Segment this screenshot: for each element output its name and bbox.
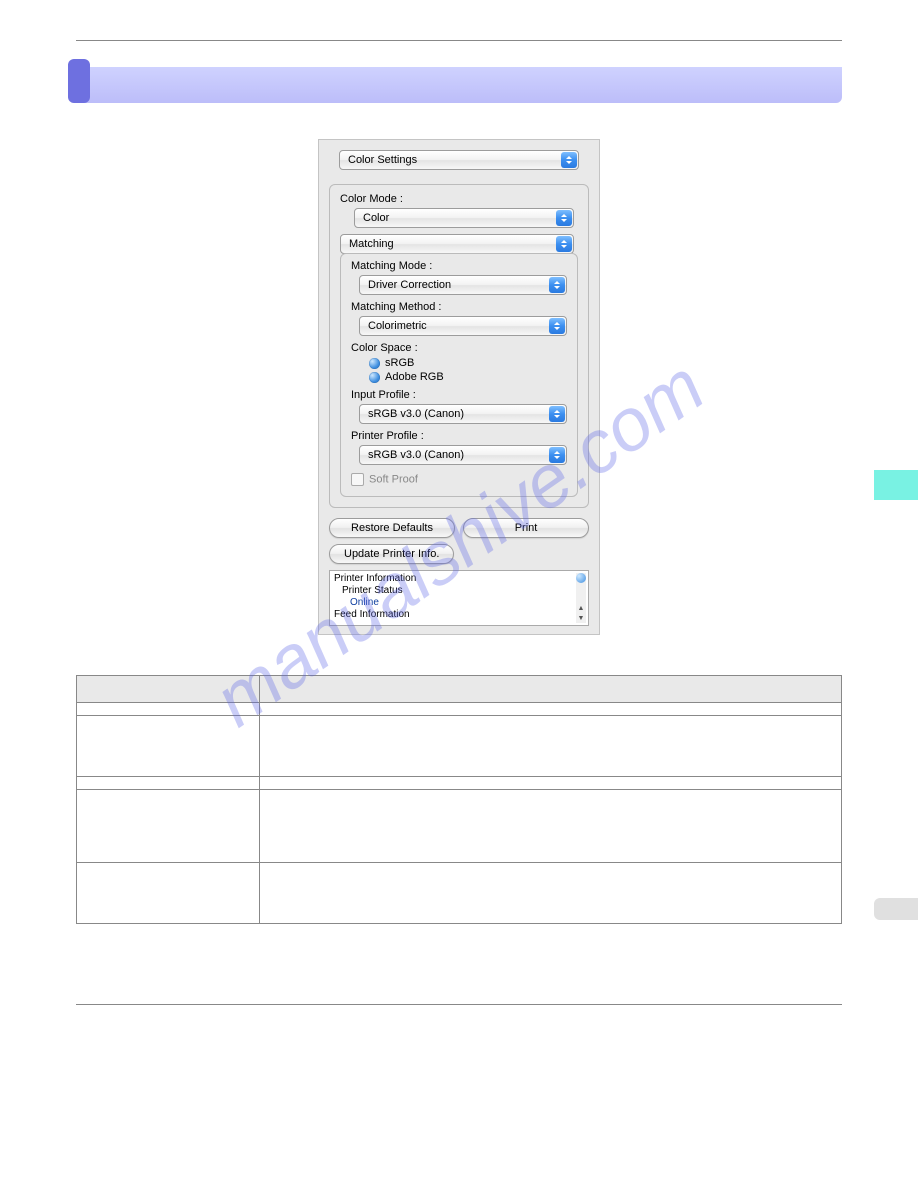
printer-profile-select[interactable]: sRGB v3.0 (Canon) bbox=[359, 445, 567, 465]
table-cell bbox=[77, 790, 260, 863]
color-mode-select[interactable]: Color bbox=[354, 208, 574, 228]
print-label: Print bbox=[515, 522, 538, 534]
dropdown-arrows-icon bbox=[549, 406, 565, 422]
table-cell bbox=[260, 716, 842, 777]
info-line: Feed Information bbox=[334, 609, 584, 621]
color-space-option-adobergb[interactable]: Adobe RGB bbox=[369, 371, 567, 383]
soft-proof-label: Soft Proof bbox=[369, 473, 418, 485]
matching-mode-select[interactable]: Driver Correction bbox=[359, 275, 567, 295]
table-header bbox=[77, 676, 260, 703]
panel-section-select[interactable]: Color Settings bbox=[339, 150, 579, 170]
dropdown-arrows-icon bbox=[556, 236, 572, 252]
table-cell bbox=[77, 703, 260, 716]
info-line: Printer Information bbox=[334, 573, 584, 585]
scroll-down-icon[interactable]: ▼ bbox=[576, 615, 586, 623]
radio-icon bbox=[369, 372, 380, 383]
printer-profile-label: Printer Profile : bbox=[351, 430, 567, 442]
bottom-rule bbox=[76, 1004, 842, 1005]
checkbox-icon bbox=[351, 473, 364, 486]
printer-profile-value: sRGB v3.0 (Canon) bbox=[368, 449, 464, 461]
color-subtab-value: Matching bbox=[349, 238, 394, 250]
soft-proof-checkbox[interactable]: Soft Proof bbox=[351, 473, 567, 486]
info-scrollbar[interactable]: ▲ ▼ bbox=[576, 573, 586, 623]
print-settings-panel: Color Settings Color Mode : Color Matchi… bbox=[318, 139, 600, 635]
matching-mode-value: Driver Correction bbox=[368, 279, 451, 291]
header-accent-tab bbox=[68, 59, 90, 103]
update-printer-info-label: Update Printer Info. bbox=[344, 548, 439, 560]
printer-info-list[interactable]: Printer Information Printer Status Onlin… bbox=[329, 570, 589, 626]
input-profile-value: sRGB v3.0 (Canon) bbox=[368, 408, 464, 420]
dropdown-arrows-icon bbox=[549, 277, 565, 293]
table-cell bbox=[77, 863, 260, 924]
table-cell bbox=[77, 777, 260, 790]
input-profile-label: Input Profile : bbox=[351, 389, 567, 401]
color-space-option-srgb[interactable]: sRGB bbox=[369, 357, 567, 369]
table-cell bbox=[260, 703, 842, 716]
info-line-online: Online bbox=[334, 597, 584, 609]
settings-table bbox=[76, 675, 842, 924]
table-cell bbox=[260, 790, 842, 863]
section-header-bar bbox=[76, 67, 842, 103]
dropdown-arrows-icon bbox=[549, 447, 565, 463]
update-printer-info-button[interactable]: Update Printer Info. bbox=[329, 544, 454, 564]
table-cell bbox=[260, 777, 842, 790]
color-space-option-label: sRGB bbox=[385, 357, 414, 369]
print-button[interactable]: Print bbox=[463, 518, 589, 538]
dropdown-arrows-icon bbox=[561, 152, 577, 168]
table-cell bbox=[77, 716, 260, 777]
matching-method-select[interactable]: Colorimetric bbox=[359, 316, 567, 336]
restore-defaults-button[interactable]: Restore Defaults bbox=[329, 518, 455, 538]
color-mode-value: Color bbox=[363, 212, 389, 224]
table-header bbox=[260, 676, 842, 703]
matching-method-label: Matching Method : bbox=[351, 301, 567, 313]
input-profile-select[interactable]: sRGB v3.0 (Canon) bbox=[359, 404, 567, 424]
scroll-up-icon[interactable]: ▲ bbox=[576, 605, 586, 613]
scroll-thumb[interactable] bbox=[576, 573, 586, 583]
radio-icon bbox=[369, 358, 380, 369]
dropdown-arrows-icon bbox=[556, 210, 572, 226]
color-mode-label: Color Mode : bbox=[340, 193, 578, 205]
dropdown-arrows-icon bbox=[549, 318, 565, 334]
panel-section-value: Color Settings bbox=[348, 154, 417, 166]
table-cell bbox=[260, 863, 842, 924]
top-rule bbox=[76, 40, 842, 41]
info-line: Printer Status bbox=[334, 585, 584, 597]
restore-defaults-label: Restore Defaults bbox=[351, 522, 433, 534]
matching-method-value: Colorimetric bbox=[368, 320, 427, 332]
matching-mode-label: Matching Mode : bbox=[351, 260, 567, 272]
color-space-label: Color Space : bbox=[351, 342, 567, 354]
color-subtab-select[interactable]: Matching bbox=[340, 234, 574, 254]
color-space-option-label: Adobe RGB bbox=[385, 371, 444, 383]
